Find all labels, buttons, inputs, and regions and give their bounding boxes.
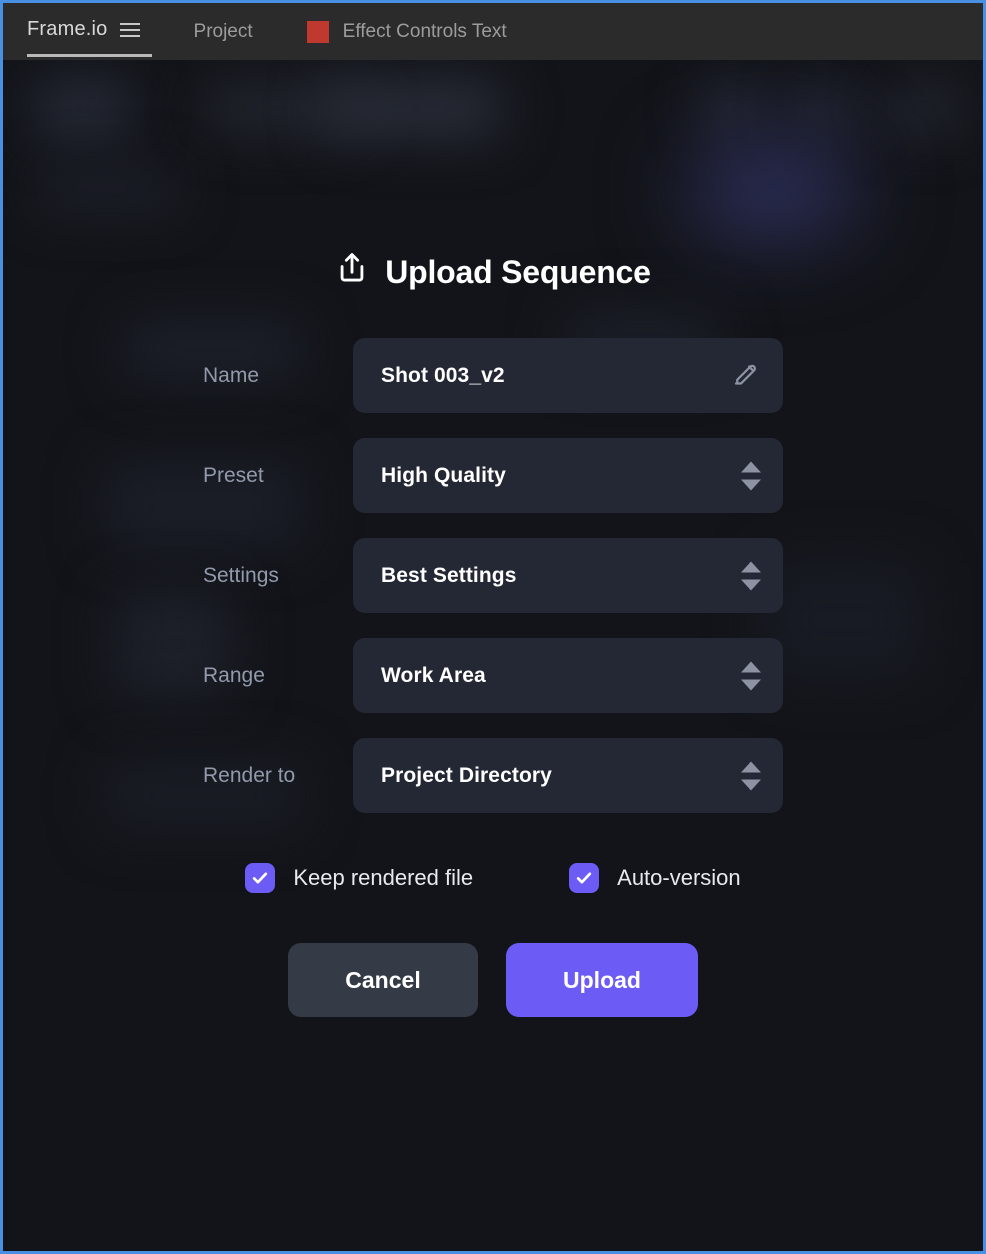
upload-form: Name Shot 003_v2 Preset High Quality Set… bbox=[203, 338, 783, 813]
stepper-down-icon[interactable] bbox=[741, 479, 761, 490]
range-value: Work Area bbox=[381, 663, 486, 687]
stepper-arrows-icon[interactable] bbox=[741, 661, 761, 690]
checkbox-box[interactable] bbox=[569, 863, 600, 893]
render-to-value: Project Directory bbox=[381, 763, 552, 787]
range-select[interactable]: Work Area bbox=[353, 638, 783, 713]
dialog-title-row: Upload Sequence bbox=[335, 250, 651, 294]
name-value: Shot 003_v2 bbox=[381, 363, 505, 387]
brand-tab[interactable]: Frame.io bbox=[27, 18, 152, 57]
preset-select[interactable]: High Quality bbox=[353, 438, 783, 513]
settings-select[interactable]: Best Settings bbox=[353, 538, 783, 613]
upload-sequence-dialog: Upload Sequence Name Shot 003_v2 Preset … bbox=[3, 60, 983, 1251]
dialog-actions: Cancel Upload bbox=[288, 943, 698, 1017]
upload-button[interactable]: Upload bbox=[506, 943, 698, 1017]
cancel-button[interactable]: Cancel bbox=[288, 943, 478, 1017]
checkbox-label: Auto-version bbox=[617, 865, 741, 890]
checkbox-label: Keep rendered file bbox=[293, 865, 474, 890]
label-name: Name bbox=[203, 363, 260, 387]
tab-effect-controls[interactable]: Effect Controls Text bbox=[306, 20, 507, 43]
stepper-up-icon[interactable] bbox=[741, 761, 761, 772]
form-row-preset: Preset High Quality bbox=[203, 438, 783, 513]
stepper-up-icon[interactable] bbox=[741, 561, 761, 572]
settings-value: Best Settings bbox=[381, 563, 517, 587]
stepper-arrows-icon[interactable] bbox=[741, 461, 761, 490]
checkbox-keep-rendered-file[interactable]: Keep rendered file bbox=[245, 863, 473, 893]
upload-share-icon bbox=[335, 250, 369, 294]
form-row-settings: Settings Best Settings bbox=[203, 538, 783, 613]
stepper-down-icon[interactable] bbox=[741, 579, 761, 590]
top-bar: Frame.io Project Effect Controls Text bbox=[3, 3, 983, 60]
checkbox-auto-version[interactable]: Auto-version bbox=[569, 863, 741, 893]
app-window: Frame.io Project Effect Controls Text Up… bbox=[0, 0, 986, 1254]
stepper-up-icon[interactable] bbox=[741, 461, 761, 472]
color-swatch-icon bbox=[306, 20, 329, 43]
checkbox-box[interactable] bbox=[245, 863, 276, 893]
form-row-range: Range Work Area bbox=[203, 638, 783, 713]
brand-label: Frame.io bbox=[27, 18, 108, 40]
hamburger-menu-icon[interactable] bbox=[119, 22, 140, 38]
options-row: Keep rendered file Auto-version bbox=[245, 863, 741, 893]
tab-effect-controls-label: Effect Controls Text bbox=[342, 20, 507, 42]
stepper-arrows-icon[interactable] bbox=[741, 761, 761, 790]
stepper-arrows-icon[interactable] bbox=[741, 561, 761, 590]
label-render-to: Render to bbox=[203, 763, 296, 787]
preset-value: High Quality bbox=[381, 463, 506, 487]
page-title: Upload Sequence bbox=[385, 253, 651, 290]
tab-project-label: Project bbox=[193, 20, 253, 42]
form-row-render-to: Render to Project Directory bbox=[203, 738, 783, 813]
stepper-up-icon[interactable] bbox=[741, 661, 761, 672]
form-row-name: Name Shot 003_v2 bbox=[203, 338, 783, 413]
tab-project[interactable]: Project bbox=[194, 21, 253, 43]
pencil-edit-icon[interactable] bbox=[731, 358, 761, 393]
active-tab-underline bbox=[27, 54, 152, 57]
stepper-down-icon[interactable] bbox=[741, 679, 761, 690]
render-to-select[interactable]: Project Directory bbox=[353, 738, 783, 813]
stepper-down-icon[interactable] bbox=[741, 779, 761, 790]
label-range: Range bbox=[203, 663, 265, 687]
label-preset: Preset bbox=[203, 463, 264, 487]
label-settings: Settings bbox=[203, 563, 279, 587]
name-input[interactable]: Shot 003_v2 bbox=[353, 338, 783, 413]
